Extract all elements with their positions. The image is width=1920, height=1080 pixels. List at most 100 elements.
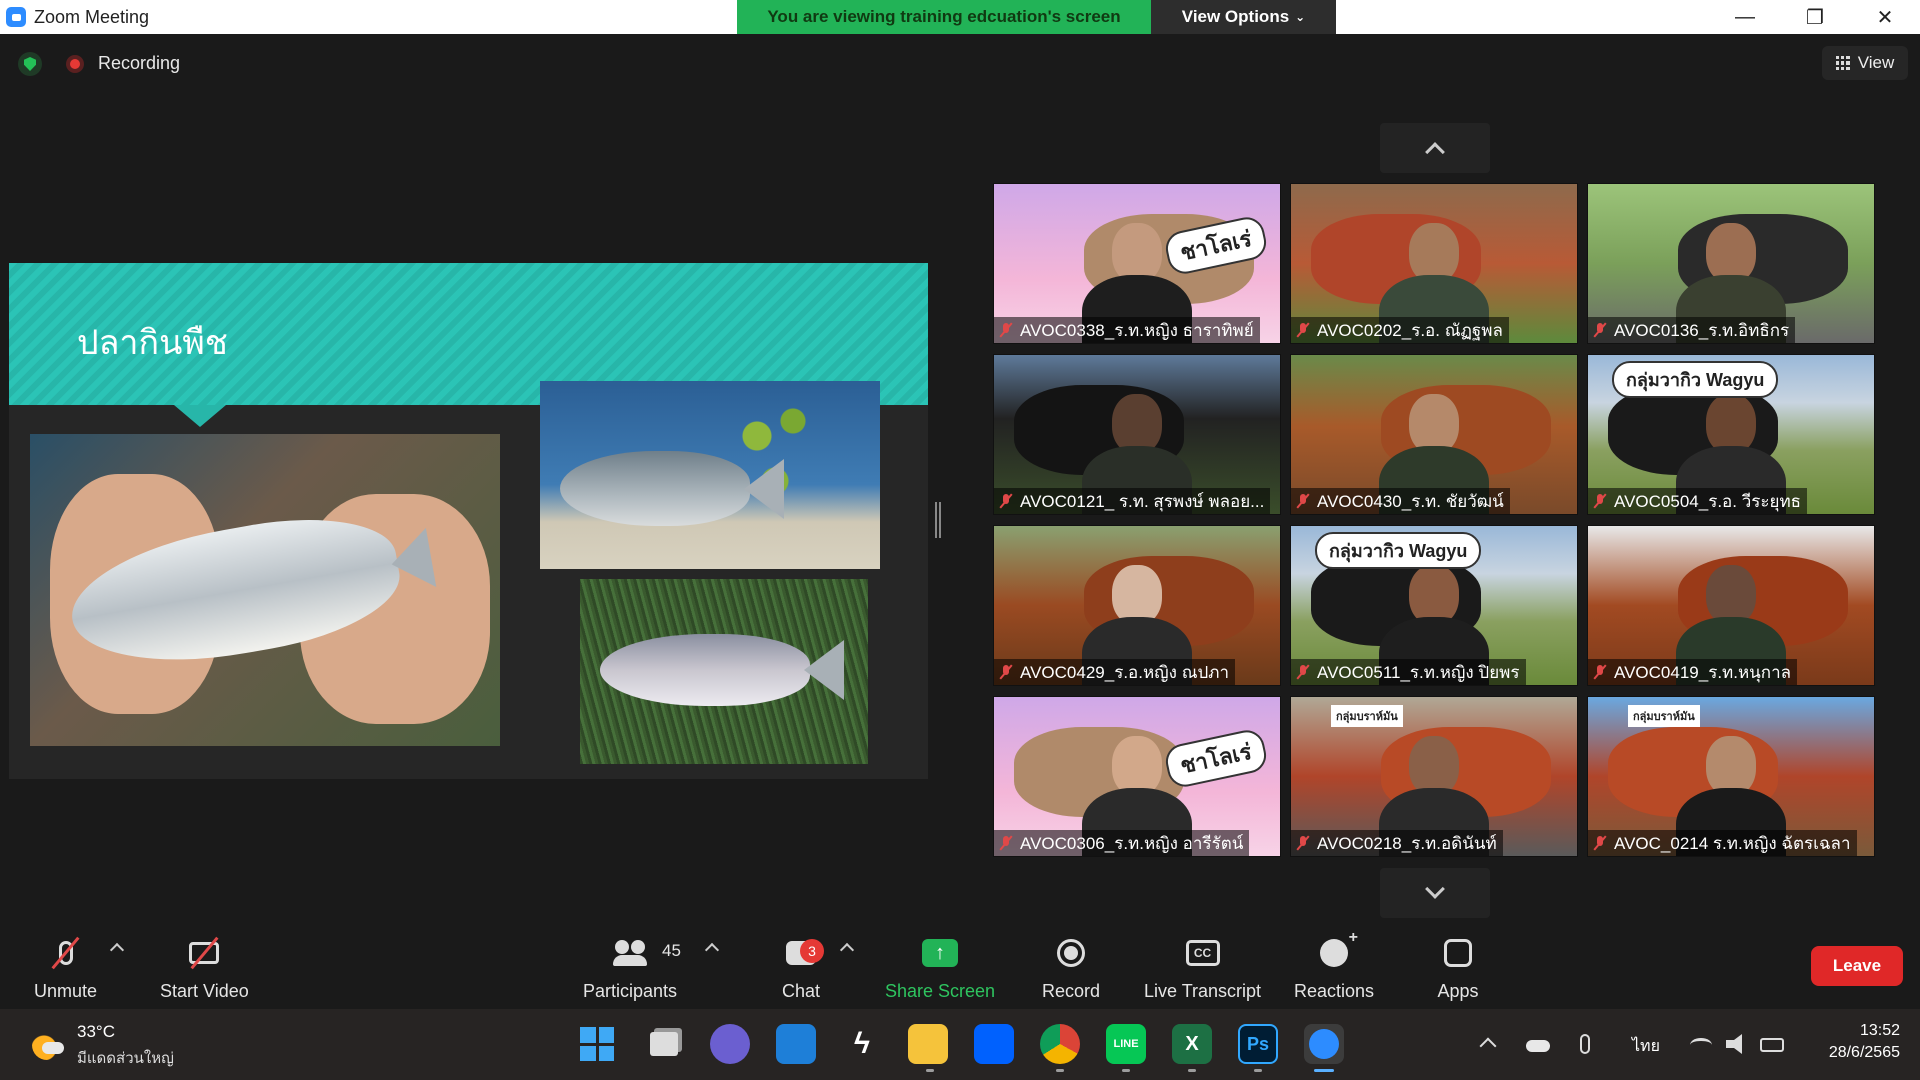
chevron-down-icon: ⌄ (1295, 10, 1306, 24)
microphone-muted-icon (1592, 664, 1608, 680)
microphone-muted-icon (998, 493, 1014, 509)
video-tile[interactable]: AVOC0202_ร.อ. ณัฏฐพล (1290, 183, 1578, 344)
security-shield-icon[interactable] (18, 52, 42, 76)
participant-name: AVOC0430_ร.ท. ชัยวัฒน์ (1317, 491, 1504, 511)
participants-count: 45 (662, 941, 681, 960)
video-tile[interactable]: กลุ่มวากิว Wagyu AVOC0504_ร.อ. วีระยุทธ (1587, 354, 1875, 515)
photoshop-icon[interactable]: Ps (1238, 1024, 1278, 1064)
record-button[interactable]: Record (1042, 933, 1100, 1002)
gallery-next-page-button[interactable] (1380, 868, 1490, 918)
video-tile[interactable]: กลุ่มบราห์มัน AVOC_0214 ร.ท.หญิง ฉัตรเฉลา (1587, 696, 1875, 857)
lightning-app-icon[interactable]: ϟ (842, 1024, 882, 1064)
apps-button[interactable]: Apps (1434, 933, 1482, 1002)
dropbox-icon[interactable] (974, 1024, 1014, 1064)
video-tile[interactable]: AVOC0429_ร.อ.หญิง ณปภา (993, 525, 1281, 686)
microphone-muted-icon (1592, 493, 1608, 509)
zoom-logo-icon (6, 7, 26, 27)
recording-label: Recording (98, 53, 181, 73)
video-tile[interactable]: AVOC0419_ร.ท.หนุกาล (1587, 525, 1875, 686)
participants-icon: 45 (606, 933, 681, 973)
video-tile[interactable]: AVOC0136_ร.ท.อิทธิกร (1587, 183, 1875, 344)
running-indicator (926, 1069, 934, 1072)
microphone-icon[interactable] (1580, 1034, 1590, 1054)
microphone-muted-icon (998, 664, 1014, 680)
chat-icon: 3 (777, 933, 825, 973)
mail-icon[interactable] (776, 1024, 816, 1064)
participant-name: AVOC0338_ร.ท.หญิง ธาราทิพย์ (1020, 320, 1254, 340)
start-menu-icon[interactable] (577, 1024, 617, 1064)
participant-name-bar: AVOC0121_ ร.ท. สุรพงษ์ พลอย... (994, 488, 1271, 514)
excel-icon[interactable]: X (1172, 1024, 1212, 1064)
running-indicator (1056, 1069, 1064, 1072)
video-off-icon (180, 933, 228, 973)
maximize-button[interactable]: ❐ (1780, 0, 1850, 34)
virtual-background-banner: กลุ่มบราห์มัน (1331, 705, 1403, 727)
microphone-muted-icon (1592, 835, 1608, 851)
unmute-button[interactable]: Unmute (34, 933, 97, 1002)
view-options-label: View Options (1181, 7, 1290, 26)
video-tile[interactable]: AVOC0121_ ร.ท. สุรพงษ์ พลอย... (993, 354, 1281, 515)
video-tile[interactable]: ชาโลเร่ AVOC0338_ร.ท.หญิง ธาราทิพย์ (993, 183, 1281, 344)
active-app-indicator (1314, 1069, 1334, 1072)
task-view-icon[interactable] (644, 1024, 684, 1064)
running-indicator (1188, 1069, 1196, 1072)
microphone-muted-icon (1295, 664, 1311, 680)
teams-chat-icon[interactable] (710, 1024, 750, 1064)
share-screen-icon: ↑ (916, 933, 964, 973)
chrome-icon[interactable] (1040, 1024, 1080, 1064)
view-button[interactable]: View (1822, 46, 1908, 80)
close-button[interactable]: ✕ (1850, 0, 1920, 34)
view-options-button[interactable]: View Options ⌄ (1151, 0, 1336, 34)
slide-header-notch (174, 405, 226, 427)
apps-label: Apps (1437, 981, 1479, 1001)
split-view-handle[interactable] (935, 502, 941, 538)
video-tile[interactable]: AVOC0430_ร.ท. ชัยวัฒน์ (1290, 354, 1578, 515)
weather-temperature[interactable]: 33°C (77, 1022, 115, 1042)
weather-partly-sunny-icon[interactable] (32, 1030, 64, 1060)
onedrive-cloud-icon[interactable] (1526, 1040, 1550, 1052)
fish-in-hand-photo (30, 434, 500, 746)
fish-shape (600, 634, 810, 706)
record-icon (1047, 933, 1095, 973)
reactions-label: Reactions (1294, 981, 1375, 1001)
video-tile[interactable]: ชาโลเร่ AVOC0306_ร.ท.หญิง อารีรัตน์ (993, 696, 1281, 857)
participant-name: AVOC_0214 ร.ท.หญิง ฉัตรเฉลา (1614, 833, 1851, 853)
wifi-icon[interactable] (1690, 1038, 1712, 1052)
closed-caption-icon: CC (1179, 933, 1227, 973)
gallery-previous-page-button[interactable] (1380, 123, 1490, 173)
file-explorer-icon[interactable] (908, 1024, 948, 1064)
record-label: Record (1042, 981, 1101, 1001)
live-transcript-label: Live Transcript (1144, 981, 1262, 1001)
chevron-down-icon (1425, 879, 1445, 899)
minimize-button[interactable]: — (1710, 0, 1780, 34)
share-screen-button[interactable]: ↑ Share Screen (885, 933, 995, 1002)
weather-description[interactable]: มีแดดส่วนใหญ่ (77, 1046, 174, 1070)
leave-button[interactable]: Leave (1811, 946, 1903, 986)
line-icon[interactable]: LINE (1106, 1024, 1146, 1064)
share-screen-label: Share Screen (885, 981, 996, 1001)
chat-button[interactable]: 3 Chat (777, 933, 825, 1002)
input-language[interactable]: ไทย (1632, 1034, 1660, 1059)
microphone-muted-icon (1295, 322, 1311, 338)
start-video-label: Start Video (160, 981, 249, 1001)
start-video-button[interactable]: Start Video (160, 933, 249, 1002)
chat-options-caret[interactable] (839, 942, 855, 958)
video-tile[interactable]: กลุ่มบราห์มัน AVOC0218_ร.ท.อดินันท์ (1290, 696, 1578, 857)
microphone-muted-icon (998, 835, 1014, 851)
participant-name: AVOC0121_ ร.ท. สุรพงษ์ พลอย... (1020, 491, 1265, 511)
audio-options-caret[interactable] (109, 942, 125, 958)
video-tile[interactable]: กลุ่มวากิว Wagyu AVOC0511_ร.ท.หญิง ปิยพร (1290, 525, 1578, 686)
participants-button[interactable]: 45 Participants (583, 933, 681, 1002)
taskbar-clock[interactable]: 13:52 28/6/2565 (1800, 1022, 1900, 1062)
chevron-up-icon (1425, 142, 1445, 162)
chat-label: Chat (781, 981, 821, 1001)
fish-underwater-photo (540, 381, 880, 569)
battery-icon[interactable] (1760, 1038, 1784, 1052)
participant-name: AVOC0218_ร.ท.อดินันท์ (1317, 833, 1497, 853)
participant-name-bar: AVOC0136_ร.ท.อิทธิกร (1588, 317, 1796, 343)
reactions-button[interactable]: Reactions (1294, 929, 1375, 1002)
participants-options-caret[interactable] (704, 942, 720, 958)
participant-name-bar: AVOC0218_ร.ท.อดินันท์ (1291, 830, 1503, 856)
live-transcript-button[interactable]: CC Live Transcript (1144, 933, 1261, 1002)
zoom-taskbar-icon[interactable] (1304, 1024, 1344, 1064)
